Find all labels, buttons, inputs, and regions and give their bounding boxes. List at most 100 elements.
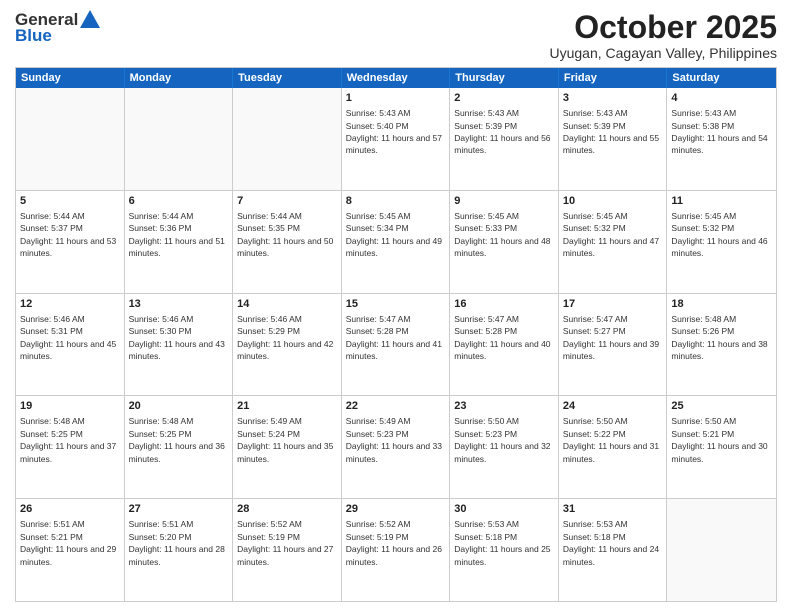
day-number: 15 (346, 297, 446, 312)
cal-cell: 7 Sunrise: 5:44 AM Sunset: 5:35 PM Daylig… (233, 191, 342, 293)
header-day-wednesday: Wednesday (342, 68, 451, 88)
cell-info: Sunrise: 5:48 AM Sunset: 5:25 PM Dayligh… (129, 416, 225, 463)
cal-cell: 31Sunrise: 5:53 AM Sunset: 5:18 PM Dayli… (559, 499, 668, 601)
cell-info: Sunrise: 5:48 AM Sunset: 5:25 PM Dayligh… (20, 416, 116, 463)
day-number: 18 (671, 297, 772, 312)
title-area: October 2025 Uyugan, Cagayan Valley, Phi… (549, 10, 777, 61)
cal-cell: 3 Sunrise: 5:43 AM Sunset: 5:39 PM Daylig… (559, 88, 668, 190)
cell-info: Sunrise: 5:43 AM Sunset: 5:39 PM Dayligh… (563, 108, 659, 155)
cal-cell: 6 Sunrise: 5:44 AM Sunset: 5:36 PM Daylig… (125, 191, 234, 293)
day-number: 12 (20, 297, 120, 312)
cell-info: Sunrise: 5:50 AM Sunset: 5:22 PM Dayligh… (563, 416, 659, 463)
cell-info: Sunrise: 5:45 AM Sunset: 5:34 PM Dayligh… (346, 211, 442, 258)
day-number: 4 (671, 91, 772, 106)
cal-cell: 24 Sunrise: 5:50 AM Sunset: 5:22 PM Dayli… (559, 396, 668, 498)
day-number: 29 (346, 502, 446, 517)
cell-info: Sunrise: 5:49 AM Sunset: 5:24 PM Dayligh… (237, 416, 333, 463)
cal-cell (667, 499, 776, 601)
cal-cell: 8 Sunrise: 5:45 AM Sunset: 5:34 PM Daylig… (342, 191, 451, 293)
day-number: 26 (20, 502, 120, 517)
cell-info: Sunrise: 5:43 AM Sunset: 5:40 PM Dayligh… (346, 108, 442, 155)
cell-info: Sunrise: 5:43 AM Sunset: 5:39 PM Dayligh… (454, 108, 550, 155)
cal-cell: 9 Sunrise: 5:45 AM Sunset: 5:33 PM Daylig… (450, 191, 559, 293)
header-day-friday: Friday (559, 68, 668, 88)
day-number: 6 (129, 194, 229, 209)
cell-info: Sunrise: 5:43 AM Sunset: 5:38 PM Dayligh… (671, 108, 767, 155)
cal-cell: 16 Sunrise: 5:47 AM Sunset: 5:28 PM Dayli… (450, 294, 559, 396)
day-number: 20 (129, 399, 229, 414)
cell-info: Sunrise: 5:44 AM Sunset: 5:35 PM Dayligh… (237, 211, 333, 258)
header-day-saturday: Saturday (667, 68, 776, 88)
cal-row-5: 26 Sunrise: 5:51 AM Sunset: 5:21 PM Dayli… (16, 499, 776, 601)
cal-cell: 2 Sunrise: 5:43 AM Sunset: 5:39 PM Daylig… (450, 88, 559, 190)
header-day-thursday: Thursday (450, 68, 559, 88)
cal-row-1: 1 Sunrise: 5:43 AM Sunset: 5:40 PM Daylig… (16, 88, 776, 191)
cal-cell: 25 Sunrise: 5:50 AM Sunset: 5:21 PM Dayli… (667, 396, 776, 498)
cell-info: Sunrise: 5:47 AM Sunset: 5:28 PM Dayligh… (346, 314, 442, 361)
cell-info: Sunrise: 5:46 AM Sunset: 5:30 PM Dayligh… (129, 314, 225, 361)
calendar-body: 1 Sunrise: 5:43 AM Sunset: 5:40 PM Daylig… (16, 88, 776, 601)
day-number: 11 (671, 194, 772, 209)
day-number: 5 (20, 194, 120, 209)
day-number: 23 (454, 399, 554, 414)
day-number: 2 (454, 91, 554, 106)
cell-info: Sunrise: 5:48 AM Sunset: 5:26 PM Dayligh… (671, 314, 767, 361)
day-number: 3 (563, 91, 663, 106)
day-number: 13 (129, 297, 229, 312)
cal-cell: 10 Sunrise: 5:45 AM Sunset: 5:32 PM Dayli… (559, 191, 668, 293)
day-number: 27 (129, 502, 229, 517)
cell-info: Sunrise: 5:50 AM Sunset: 5:23 PM Dayligh… (454, 416, 550, 463)
header-day-sunday: Sunday (16, 68, 125, 88)
day-number: 1 (346, 91, 446, 106)
cal-cell: 28 Sunrise: 5:52 AM Sunset: 5:19 PM Dayli… (233, 499, 342, 601)
month-title: October 2025 (549, 10, 777, 45)
cell-info: Sunrise: 5:51 AM Sunset: 5:20 PM Dayligh… (129, 519, 225, 566)
cal-cell: 19 Sunrise: 5:48 AM Sunset: 5:25 PM Dayli… (16, 396, 125, 498)
cal-cell: 22 Sunrise: 5:49 AM Sunset: 5:23 PM Dayli… (342, 396, 451, 498)
cell-info: Sunrise: 5:47 AM Sunset: 5:28 PM Dayligh… (454, 314, 550, 361)
day-number: 28 (237, 502, 337, 517)
header-day-tuesday: Tuesday (233, 68, 342, 88)
day-number: 8 (346, 194, 446, 209)
cal-cell: 14Sunrise: 5:46 AM Sunset: 5:29 PM Dayli… (233, 294, 342, 396)
day-number: 19 (20, 399, 120, 414)
day-number: 14 (237, 297, 337, 312)
logo-icon (80, 10, 100, 28)
cal-cell: 27 Sunrise: 5:51 AM Sunset: 5:20 PM Dayli… (125, 499, 234, 601)
cell-info: Sunrise: 5:45 AM Sunset: 5:33 PM Dayligh… (454, 211, 550, 258)
day-number: 30 (454, 502, 554, 517)
cal-cell: 21Sunrise: 5:49 AM Sunset: 5:24 PM Dayli… (233, 396, 342, 498)
location: Uyugan, Cagayan Valley, Philippines (549, 45, 777, 61)
cal-cell: 11 Sunrise: 5:45 AM Sunset: 5:32 PM Dayli… (667, 191, 776, 293)
cal-cell: 18 Sunrise: 5:48 AM Sunset: 5:26 PM Dayli… (667, 294, 776, 396)
cell-info: Sunrise: 5:44 AM Sunset: 5:36 PM Dayligh… (129, 211, 225, 258)
cell-info: Sunrise: 5:51 AM Sunset: 5:21 PM Dayligh… (20, 519, 116, 566)
day-number: 17 (563, 297, 663, 312)
day-number: 7 (237, 194, 337, 209)
cell-info: Sunrise: 5:53 AM Sunset: 5:18 PM Dayligh… (454, 519, 550, 566)
day-number: 31 (563, 502, 663, 517)
cell-info: Sunrise: 5:52 AM Sunset: 5:19 PM Dayligh… (237, 519, 333, 566)
cal-cell: 4 Sunrise: 5:43 AM Sunset: 5:38 PM Daylig… (667, 88, 776, 190)
cal-cell (125, 88, 234, 190)
cal-cell: 15 Sunrise: 5:47 AM Sunset: 5:28 PM Dayli… (342, 294, 451, 396)
cal-cell: 1 Sunrise: 5:43 AM Sunset: 5:40 PM Daylig… (342, 88, 451, 190)
cal-cell: 29 Sunrise: 5:52 AM Sunset: 5:19 PM Dayli… (342, 499, 451, 601)
day-number: 22 (346, 399, 446, 414)
cal-cell: 12 Sunrise: 5:46 AM Sunset: 5:31 PM Dayli… (16, 294, 125, 396)
cell-info: Sunrise: 5:45 AM Sunset: 5:32 PM Dayligh… (563, 211, 659, 258)
day-number: 9 (454, 194, 554, 209)
cell-info: Sunrise: 5:50 AM Sunset: 5:21 PM Dayligh… (671, 416, 767, 463)
logo: General Blue (15, 10, 100, 46)
cell-info: Sunrise: 5:52 AM Sunset: 5:19 PM Dayligh… (346, 519, 442, 566)
day-number: 16 (454, 297, 554, 312)
day-number: 24 (563, 399, 663, 414)
cal-cell: 17Sunrise: 5:47 AM Sunset: 5:27 PM Dayli… (559, 294, 668, 396)
cell-info: Sunrise: 5:49 AM Sunset: 5:23 PM Dayligh… (346, 416, 442, 463)
cell-info: Sunrise: 5:45 AM Sunset: 5:32 PM Dayligh… (671, 211, 767, 258)
day-number: 10 (563, 194, 663, 209)
cal-cell: 30 Sunrise: 5:53 AM Sunset: 5:18 PM Dayli… (450, 499, 559, 601)
day-number: 25 (671, 399, 772, 414)
cal-cell: 23 Sunrise: 5:50 AM Sunset: 5:23 PM Dayli… (450, 396, 559, 498)
cell-info: Sunrise: 5:46 AM Sunset: 5:31 PM Dayligh… (20, 314, 116, 361)
